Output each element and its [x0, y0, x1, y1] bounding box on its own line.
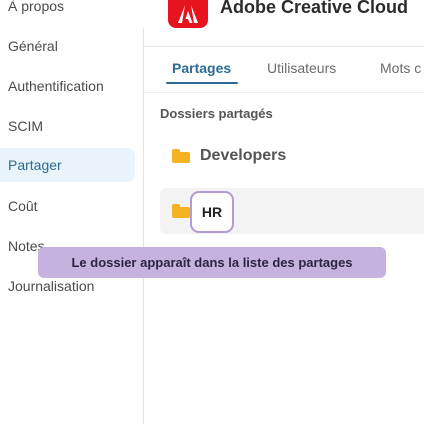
- tab-partages[interactable]: Partages: [172, 60, 231, 76]
- sidebar: › À propos › Général ) Authentification …: [0, 0, 144, 424]
- active-tab-indicator: [166, 82, 238, 84]
- sidebar-item-label: Partager: [8, 157, 62, 173]
- nav-marker-icon: :: [0, 158, 8, 172]
- sidebar-item-label: Journalisation: [8, 278, 95, 294]
- folder-icon: [172, 149, 190, 163]
- sidebar-item-label: SCIM: [8, 118, 43, 134]
- sidebar-item-label: Authentification: [8, 78, 104, 94]
- sidebar-item-partager[interactable]: : Partager: [0, 148, 135, 182]
- sidebar-item-label: À propos: [8, 0, 65, 14]
- nav-marker-icon: ›: [0, 39, 8, 53]
- nav-marker-icon: ): [0, 199, 8, 213]
- header-divider: [144, 46, 424, 47]
- sidebar-divider: [143, 28, 144, 424]
- tooltip: Le dossier apparaît dans la liste des pa…: [38, 247, 386, 278]
- sidebar-item-a-propos[interactable]: › À propos: [0, 0, 64, 23]
- folder-name: Developers: [200, 147, 287, 164]
- tabs-divider: [144, 92, 424, 93]
- nav-marker-icon: ·: [0, 119, 8, 133]
- sidebar-item-scim[interactable]: · SCIM: [0, 109, 43, 143]
- tab-mots-cles[interactable]: Mots c: [380, 60, 421, 76]
- nav-marker-icon: ): [0, 79, 8, 93]
- sidebar-item-label: Coût: [8, 198, 38, 214]
- dragged-folder-chip[interactable]: HR: [190, 191, 234, 233]
- nav-marker-icon: !: [0, 239, 8, 253]
- adobe-logo-icon: [168, 0, 208, 28]
- folder-row-developers[interactable]: Developers: [160, 133, 424, 179]
- tab-utilisateurs[interactable]: Utilisateurs: [267, 60, 336, 76]
- sidebar-item-authentification[interactable]: ) Authentification: [0, 69, 104, 103]
- app-title: Adobe Creative Cloud: [220, 0, 409, 17]
- section-title: Dossiers partagés: [160, 106, 273, 121]
- sidebar-item-general[interactable]: › Général: [0, 29, 58, 63]
- folder-icon: [172, 204, 190, 218]
- nav-marker-icon: |: [0, 279, 8, 293]
- sidebar-item-cout[interactable]: ) Coût: [0, 189, 38, 223]
- nav-marker-icon: ›: [0, 0, 8, 13]
- sidebar-item-label: Général: [8, 38, 58, 54]
